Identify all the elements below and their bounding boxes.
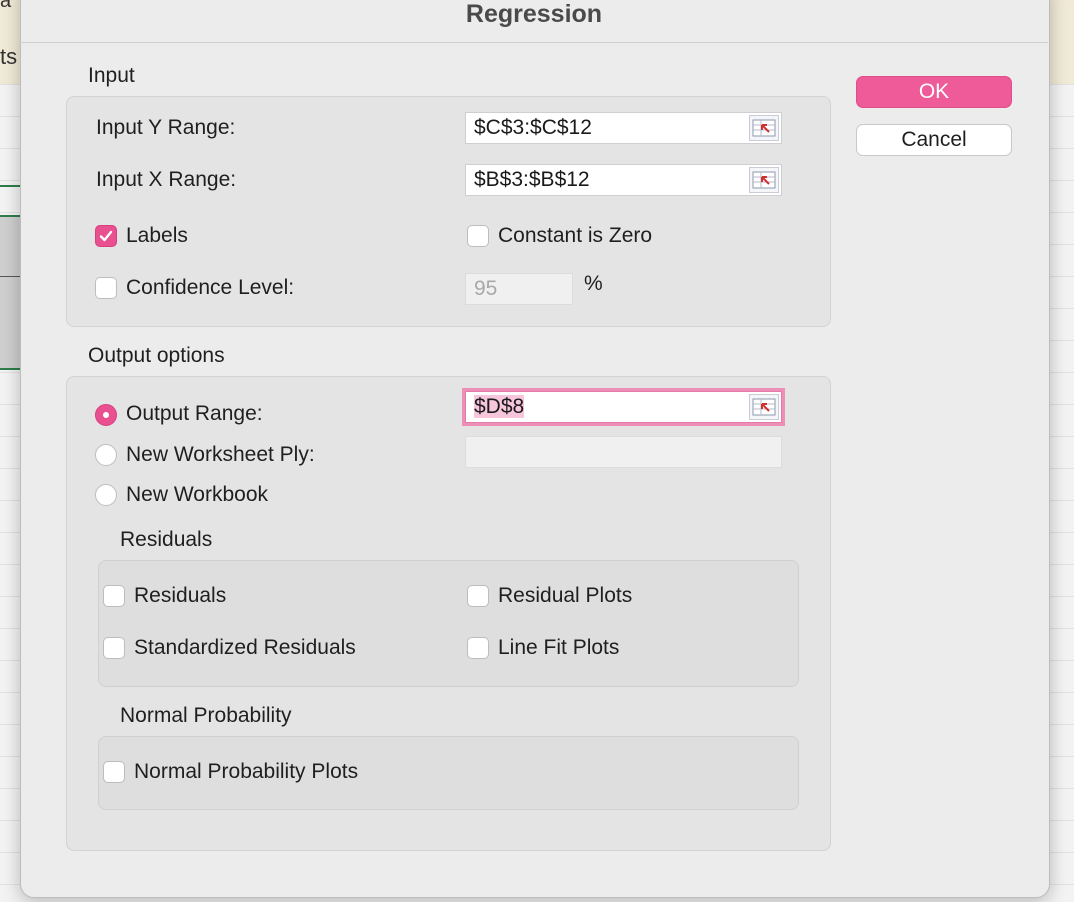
input-y-range-field[interactable]: $C$3:$C$12 bbox=[465, 112, 782, 144]
residuals-group bbox=[98, 560, 799, 687]
standardized-residuals-label: Standardized Residuals bbox=[134, 636, 356, 659]
cancel-button[interactable]: Cancel bbox=[856, 124, 1012, 156]
confidence-level-label: Confidence Level: bbox=[126, 276, 295, 299]
constant-is-zero-label: Constant is Zero bbox=[498, 224, 653, 247]
standardized-residuals-checkbox[interactable] bbox=[103, 637, 125, 659]
normal-probability-section-label: Normal Probability bbox=[120, 704, 292, 727]
line-fit-plots-label: Line Fit Plots bbox=[498, 636, 620, 659]
ok-button[interactable]: OK bbox=[856, 76, 1012, 108]
output-options-section-label: Output options bbox=[88, 344, 225, 367]
confidence-level-value: 95 bbox=[474, 277, 498, 300]
line-fit-plots-checkbox[interactable] bbox=[467, 637, 489, 659]
sheet-selected-cells bbox=[0, 216, 22, 368]
normal-probability-plots-label: Normal Probability Plots bbox=[134, 760, 359, 783]
input-x-range-label: Input X Range: bbox=[96, 168, 237, 191]
output-range-field[interactable]: $D$8 bbox=[462, 388, 785, 426]
dialog-title: Regression bbox=[465, 0, 603, 28]
residuals-label: Residuals bbox=[134, 584, 227, 607]
ribbon-partial-text: ts bbox=[0, 44, 18, 69]
new-worksheet-ply-label: New Worksheet Ply: bbox=[126, 443, 315, 466]
sheet-border-line bbox=[0, 368, 22, 370]
sheet-grid-left bbox=[0, 84, 22, 902]
normal-probability-plots-checkbox[interactable] bbox=[103, 761, 125, 783]
sheet-border-line bbox=[0, 215, 22, 217]
residuals-section-label: Residuals bbox=[120, 528, 213, 551]
new-workbook-label: New Workbook bbox=[126, 483, 268, 506]
sheet-grid-right bbox=[1048, 84, 1074, 902]
range-select-icon[interactable] bbox=[749, 167, 779, 193]
confidence-level-checkbox[interactable] bbox=[95, 277, 117, 299]
confidence-level-field[interactable]: 95 bbox=[465, 273, 573, 305]
input-section-label: Input bbox=[88, 64, 135, 87]
top-partial-text: a bbox=[0, 0, 12, 12]
constant-is-zero-checkbox[interactable] bbox=[467, 225, 489, 247]
sheet-border-line bbox=[0, 185, 22, 187]
new-worksheet-ply-field[interactable] bbox=[465, 436, 782, 468]
labels-checkbox[interactable] bbox=[95, 225, 117, 247]
labels-label: Labels bbox=[126, 224, 188, 247]
dialog-titlebar: Regression bbox=[20, 0, 1048, 43]
residuals-checkbox[interactable] bbox=[103, 585, 125, 607]
sheet-border-line bbox=[0, 276, 22, 277]
input-y-range-value: $C$3:$C$12 bbox=[474, 116, 592, 139]
new-workbook-radio[interactable] bbox=[95, 484, 117, 506]
input-y-range-label: Input Y Range: bbox=[96, 116, 236, 139]
new-worksheet-ply-radio[interactable] bbox=[95, 444, 117, 466]
checkmark-icon bbox=[99, 230, 113, 242]
range-select-icon[interactable] bbox=[749, 394, 779, 420]
residual-plots-label: Residual Plots bbox=[498, 584, 633, 607]
percent-sign: % bbox=[584, 272, 603, 295]
residual-plots-checkbox[interactable] bbox=[467, 585, 489, 607]
input-x-range-value: $B$3:$B$12 bbox=[474, 168, 590, 191]
input-x-range-field[interactable]: $B$3:$B$12 bbox=[465, 164, 782, 196]
output-range-value: $D$8 bbox=[474, 395, 525, 418]
output-range-radio[interactable] bbox=[95, 404, 117, 426]
range-select-icon[interactable] bbox=[749, 115, 779, 141]
output-range-label: Output Range: bbox=[126, 402, 263, 425]
